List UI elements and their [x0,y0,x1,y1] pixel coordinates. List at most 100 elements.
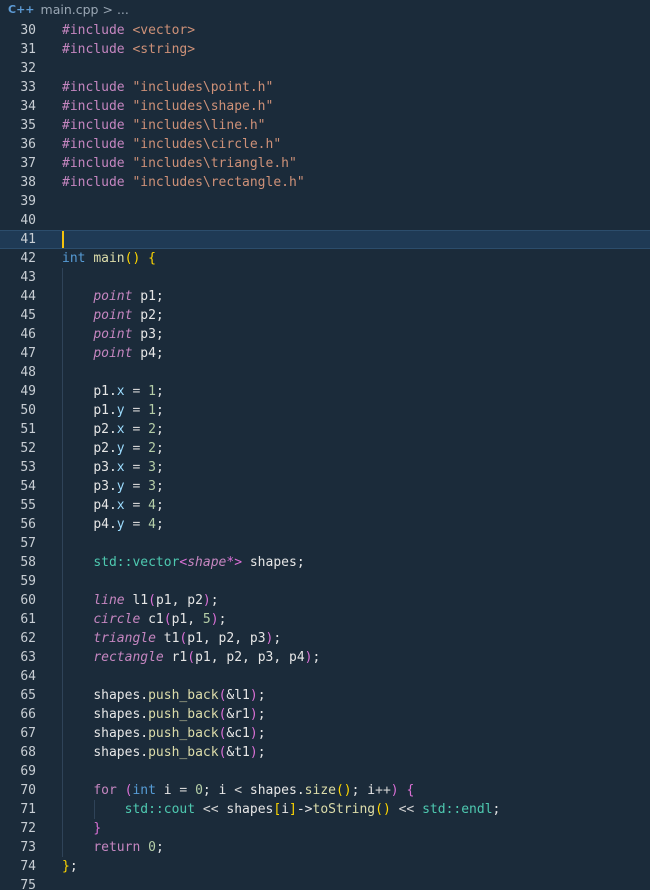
code-line[interactable]: 73 return 0; [0,838,650,857]
cpp-file-icon: C++ [8,3,35,16]
code-line[interactable]: 69 [0,762,650,781]
code-text: }; [62,857,650,876]
line-number: 58 [20,555,36,570]
line-number: 75 [20,878,36,890]
code-token: p1. [93,384,117,399]
code-token: = [124,479,149,494]
code-token: ; i [351,783,376,798]
code-line[interactable]: 67 shapes.push_back(&c1); [0,724,650,743]
code-line[interactable]: 63 rectangle r1(p1, p2, p3, p4); [0,648,650,667]
code-line[interactable]: 51 p2.x = 2; [0,420,650,439]
code-line[interactable]: 40 [0,211,650,230]
line-number: 39 [20,194,36,209]
code-token: ; [257,688,266,703]
code-line[interactable]: 43 [0,268,650,287]
code-line[interactable]: 32 [0,59,650,78]
code-token: ( [187,650,196,665]
code-line[interactable]: 36 #include "includes\circle.h" [0,135,650,154]
code-line[interactable]: 42 int main() { [0,249,650,268]
code-token: y [116,517,125,532]
line-number: 43 [20,270,36,285]
code-token: ) [249,688,258,703]
code-line[interactable]: 61 circle c1(p1, 5); [0,610,650,629]
code-token: p1, p2 [155,593,203,608]
code-line[interactable]: 59 [0,572,650,591]
line-number: 40 [20,213,36,228]
line-number: 72 [20,821,36,836]
code-line[interactable]: 54 p3.y = 3; [0,477,650,496]
code-line[interactable]: 72 } [0,819,650,838]
code-line[interactable]: 65 shapes.push_back(&l1); [0,686,650,705]
code-line[interactable]: 70 for (int i = 0; i < shapes.size(); i+… [0,781,650,800]
code-token: y [116,403,125,418]
code-line[interactable]: 33 #include "includes\point.h" [0,78,650,97]
line-number: 66 [20,707,36,722]
code-line[interactable]: 34 #include "includes\shape.h" [0,97,650,116]
code-token: } [93,821,102,836]
code-token: "includes\shape.h" [132,99,274,114]
code-line[interactable]: 44 point p1; [0,287,650,306]
code-line[interactable]: 38 #include "includes\rectangle.h" [0,173,650,192]
code-line[interactable]: 75 [0,876,650,890]
code-line[interactable]: 30 #include <vector> [0,21,650,40]
code-line[interactable]: 62 triangle t1(p1, p2, p3); [0,629,650,648]
code-token: p1; [140,289,164,304]
code-line[interactable]: 35 #include "includes\line.h" [0,116,650,135]
code-line[interactable]: 53 p3.x = 3; [0,458,650,477]
code-text: int main() { [62,249,650,268]
code-token: "includes\triangle.h" [132,156,297,171]
code-line[interactable]: 52 p2.y = 2; [0,439,650,458]
code-token: l1 [132,593,149,608]
code-line[interactable]: 68 shapes.push_back(&t1); [0,743,650,762]
code-line[interactable]: 37 #include "includes\triangle.h" [0,154,650,173]
line-number: 35 [20,118,36,133]
code-line[interactable]: 64 [0,667,650,686]
code-token: ; [218,612,227,627]
code-line[interactable]: 56 p4.y = 4; [0,515,650,534]
code-line[interactable]: 46 point p3; [0,325,650,344]
code-line[interactable]: 71 std::cout << shapes[i]->toString() <<… [0,800,650,819]
code-token: ; [257,745,266,760]
code-token: shapes [226,802,274,817]
breadcrumb-file[interactable]: main.cpp [41,2,99,17]
code-line[interactable]: 57 [0,534,650,553]
code-text: p1.y = 1; [62,401,650,420]
code-token: 4 [148,517,156,532]
code-line[interactable]: 39 [0,192,650,211]
code-line[interactable]: 66 shapes.push_back(&r1); [0,705,650,724]
code-line[interactable]: 47 point p4; [0,344,650,363]
line-number: 65 [20,688,36,703]
code-line[interactable]: 49 p1.x = 1; [0,382,650,401]
code-line[interactable]: 48 [0,363,650,382]
code-line[interactable]: 41 [0,230,650,249]
code-token: #include [62,23,125,38]
breadcrumb-more[interactable]: ... [117,2,129,17]
code-token: <string> [132,42,196,57]
code-token: ; [155,498,164,513]
line-number: 46 [20,327,36,342]
code-line[interactable]: 45 point p2; [0,306,650,325]
code-line[interactable]: 74}; [0,857,650,876]
code-line[interactable]: 31 #include <string> [0,40,650,59]
code-token: "includes\circle.h" [132,137,282,152]
code-line[interactable]: 50 p1.y = 1; [0,401,650,420]
code-token: toString [312,802,376,817]
line-number: 42 [20,251,36,266]
code-token: i [281,802,290,817]
code-line[interactable]: 55 p4.x = 4; [0,496,650,515]
code-line[interactable]: 60 line l1(p1, p2); [0,591,650,610]
code-token: } [62,859,70,874]
code-token: ) [249,726,258,741]
code-token: int [132,783,156,798]
code-line[interactable]: 58 std::vector<shape*> shapes; [0,553,650,572]
code-editor[interactable]: 30 #include <vector> 31 #include <string> 32… [0,21,650,890]
